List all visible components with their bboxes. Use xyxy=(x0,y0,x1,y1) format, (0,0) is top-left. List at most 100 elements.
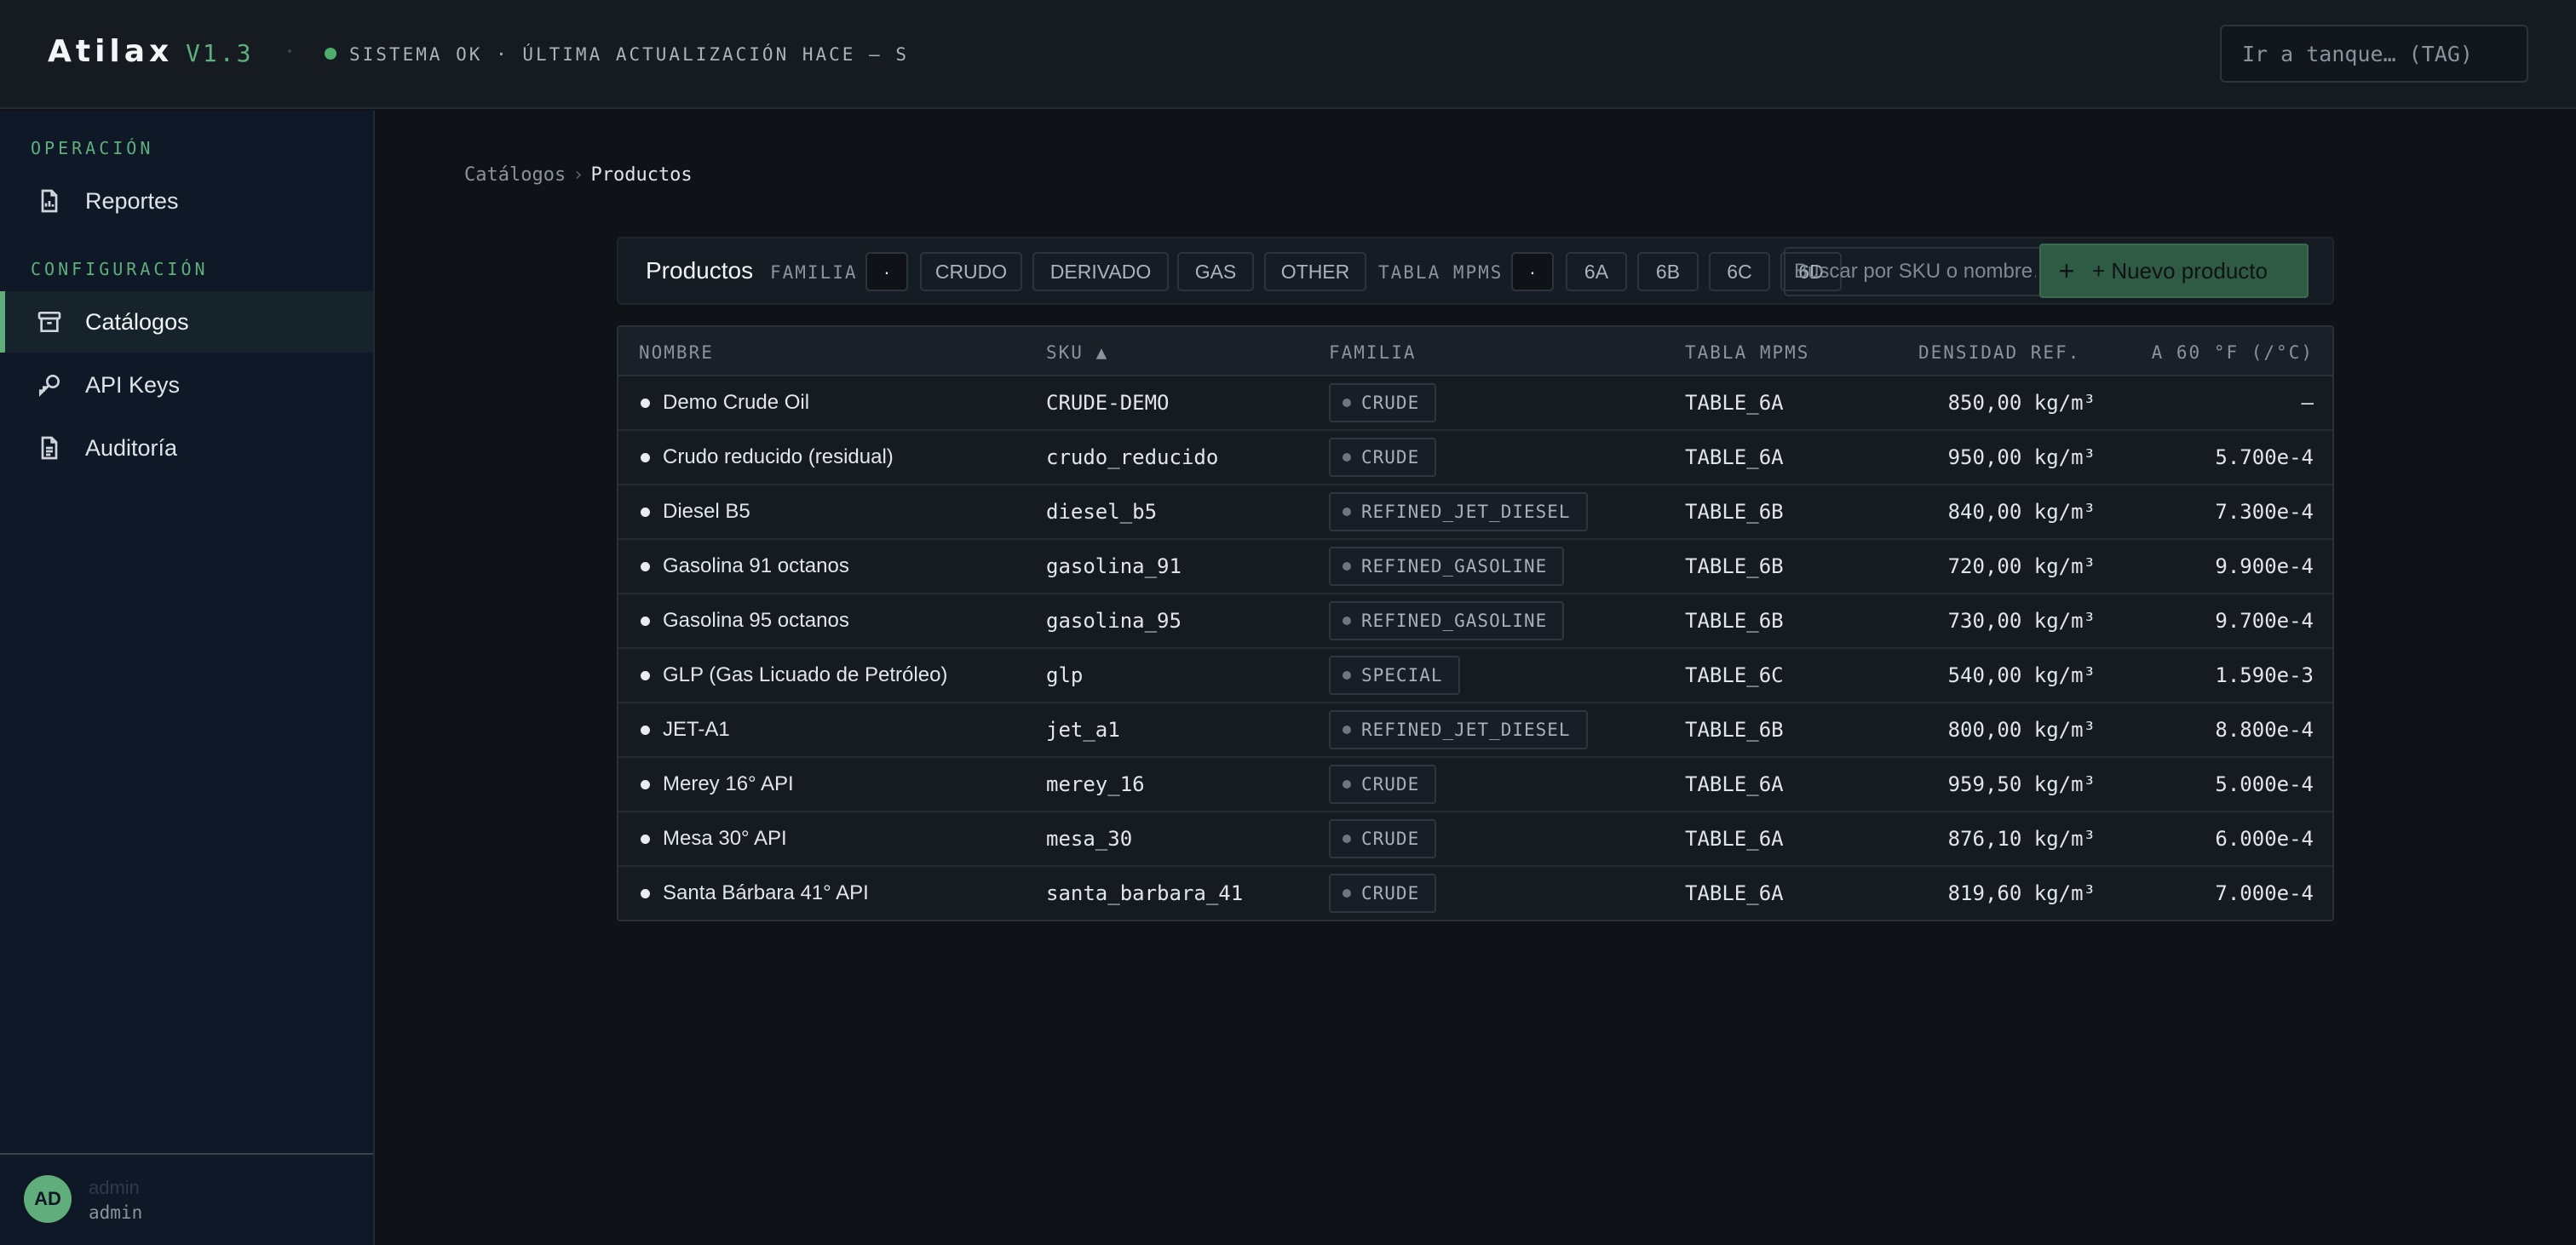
family-badge-label: CRUDE xyxy=(1361,447,1420,468)
tank-search-input[interactable] xyxy=(2220,25,2528,83)
column-header-alpha[interactable]: A 60 °F (/°C) xyxy=(2148,342,2314,363)
sidebar-section-operacion: OPERACIÓN xyxy=(31,138,154,158)
cell-density: 819,60 kg/m³ xyxy=(1947,881,2096,905)
badge-dot-icon xyxy=(1343,726,1351,734)
sku-search-input[interactable] xyxy=(1784,247,2046,296)
column-header-nombre[interactable]: NOMBRE xyxy=(639,342,714,363)
sidebar-item-reportes[interactable]: Reportes xyxy=(0,170,373,232)
cell-family: SPECIAL xyxy=(1329,649,1460,702)
cell-alpha: 6.000e-4 xyxy=(2215,827,2314,851)
sidebar-item-label: Reportes xyxy=(85,187,179,214)
cell-alpha: 1.590e-3 xyxy=(2215,663,2314,687)
breadcrumb-separator: › xyxy=(572,164,584,186)
cell-name: Gasolina 91 octanos xyxy=(663,554,849,577)
family-badge: CRUDE xyxy=(1329,819,1437,858)
badge-dot-icon xyxy=(1343,562,1351,571)
cell-alpha: — xyxy=(2301,391,2314,415)
table-row[interactable]: Gasolina 91 octanos gasolina_91 REFINED_GA… xyxy=(618,540,2332,594)
table-row[interactable]: Gasolina 95 octanos gasolina_95 REFINED_GA… xyxy=(618,594,2332,649)
archive-icon xyxy=(36,308,63,336)
cell-mpms: TABLE_6B xyxy=(1685,718,1784,742)
document-icon xyxy=(36,434,63,462)
sidebar-item-auditoria[interactable]: Auditoría xyxy=(0,417,373,479)
badge-dot-icon xyxy=(1343,617,1351,625)
separator-dot xyxy=(288,49,291,53)
status-indicator-icon xyxy=(325,48,336,60)
table-row[interactable]: GLP (Gas Licuado de Petróleo) glp SPECIAL T… xyxy=(618,649,2332,703)
family-badge: CRUDE xyxy=(1329,765,1437,804)
sidebar: OPERACIÓN Reportes CONFIGURACIÓN Catálog… xyxy=(0,111,375,1245)
badge-dot-icon xyxy=(1343,835,1351,843)
cell-name: JET-A1 xyxy=(663,718,730,741)
column-header-familia[interactable]: FAMILIA xyxy=(1329,342,1417,363)
column-header-densidad[interactable]: DENSIDAD REF. xyxy=(1918,342,2080,363)
cell-name: Santa Bárbara 41° API xyxy=(663,881,869,904)
family-filter-gas[interactable]: GAS xyxy=(1177,252,1254,291)
sidebar-item-catalogos[interactable]: Catálogos xyxy=(0,291,373,353)
mpms-filter-all[interactable]: · xyxy=(1511,252,1554,291)
report-icon xyxy=(36,187,63,215)
mpms-filter-6a[interactable]: 6A xyxy=(1566,252,1627,291)
cell-name: Merey 16° API xyxy=(663,772,794,795)
cell-mpms: TABLE_6C xyxy=(1685,663,1784,687)
table-row[interactable]: Demo Crude Oil CRUDE-DEMO CRUDE TABLE_6A 850… xyxy=(618,376,2332,431)
cell-alpha: 5.000e-4 xyxy=(2215,772,2314,796)
family-filter-crudo[interactable]: CRUDO xyxy=(920,252,1022,291)
column-header-tabla-mpms[interactable]: TABLA MPMS xyxy=(1685,342,1809,363)
cell-family: REFINED_GASOLINE xyxy=(1329,594,1565,647)
row-bullet-icon xyxy=(641,453,650,462)
table-row[interactable]: Mesa 30° API mesa_30 CRUDE TABLE_6A 876,10 k… xyxy=(618,812,2332,867)
cell-name: Demo Crude Oil xyxy=(663,391,810,414)
family-badge: REFINED_GASOLINE xyxy=(1329,547,1565,586)
cell-sku: jet_a1 xyxy=(1046,718,1120,742)
table-row[interactable]: Crudo reducido (residual) crudo_reducido C… xyxy=(618,431,2332,485)
family-filter-all[interactable]: · xyxy=(865,252,908,291)
brand-logo[interactable]: Atilax xyxy=(48,34,173,69)
cell-sku: gasolina_91 xyxy=(1046,554,1182,578)
cell-mpms: TABLE_6B xyxy=(1685,554,1784,578)
column-header-sku[interactable]: SKU ▲ xyxy=(1046,342,1108,363)
badge-dot-icon xyxy=(1343,671,1351,680)
cell-sku: glp xyxy=(1046,663,1084,687)
avatar[interactable]: AD xyxy=(24,1175,72,1223)
family-filter-other[interactable]: OTHER xyxy=(1264,252,1366,291)
mpms-filter-6c[interactable]: 6C xyxy=(1709,252,1770,291)
family-badge: REFINED_JET_DIESEL xyxy=(1329,492,1588,531)
cell-density: 850,00 kg/m³ xyxy=(1947,391,2096,415)
table-row[interactable]: Santa Bárbara 41° API santa_barbara_41 CRU… xyxy=(618,867,2332,920)
badge-dot-icon xyxy=(1343,889,1351,898)
family-filter-derivado[interactable]: DERIVADO xyxy=(1032,252,1169,291)
mpms-filter-6b[interactable]: 6B xyxy=(1637,252,1699,291)
family-badge-label: SPECIAL xyxy=(1361,665,1443,686)
cell-mpms: TABLE_6B xyxy=(1685,609,1784,633)
cell-family: REFINED_GASOLINE xyxy=(1329,540,1565,593)
cell-family: CRUDE xyxy=(1329,758,1437,811)
cell-sku: gasolina_95 xyxy=(1046,609,1182,633)
cell-name: Mesa 30° API xyxy=(663,827,787,850)
cell-sku: diesel_b5 xyxy=(1046,500,1158,524)
sidebar-item-api-keys[interactable]: API Keys xyxy=(0,354,373,416)
user-panel[interactable]: AD admin admin xyxy=(0,1153,373,1245)
cell-name: Crudo reducido (residual) xyxy=(663,445,894,468)
family-badge: CRUDE xyxy=(1329,438,1437,477)
cell-alpha: 5.700e-4 xyxy=(2215,445,2314,469)
cell-mpms: TABLE_6A xyxy=(1685,827,1784,851)
cell-density: 540,00 kg/m³ xyxy=(1947,663,2096,687)
products-table: NOMBRE SKU ▲ FAMILIA TABLA MPMS DENSIDAD… xyxy=(617,325,2334,921)
cell-mpms: TABLE_6A xyxy=(1685,772,1784,796)
family-badge-label: CRUDE xyxy=(1361,774,1420,795)
cell-mpms: TABLE_6A xyxy=(1685,445,1784,469)
products-toolbar: Productos FAMILIA · CRUDO DERIVADO GAS O… xyxy=(617,237,2334,305)
table-row[interactable]: Merey 16° API merey_16 CRUDE TABLE_6A 959,50… xyxy=(618,758,2332,812)
breadcrumb-parent-link[interactable]: Catálogos xyxy=(464,164,566,186)
cell-name: Gasolina 95 octanos xyxy=(663,609,849,632)
table-row[interactable]: JET-A1 jet_a1 REFINED_JET_DIESEL TABLE_6B 80… xyxy=(618,703,2332,758)
cell-sku: CRUDE-DEMO xyxy=(1046,391,1170,415)
badge-dot-icon xyxy=(1343,508,1351,516)
new-product-label: + Nuevo producto xyxy=(2092,257,2268,284)
cell-alpha: 8.800e-4 xyxy=(2215,718,2314,742)
cell-name: GLP (Gas Licuado de Petróleo) xyxy=(663,663,948,686)
family-badge-label: REFINED_GASOLINE xyxy=(1361,556,1548,577)
table-row[interactable]: Diesel B5 diesel_b5 REFINED_JET_DIESEL TABL… xyxy=(618,485,2332,540)
new-product-button[interactable]: + + Nuevo producto xyxy=(2039,244,2309,298)
